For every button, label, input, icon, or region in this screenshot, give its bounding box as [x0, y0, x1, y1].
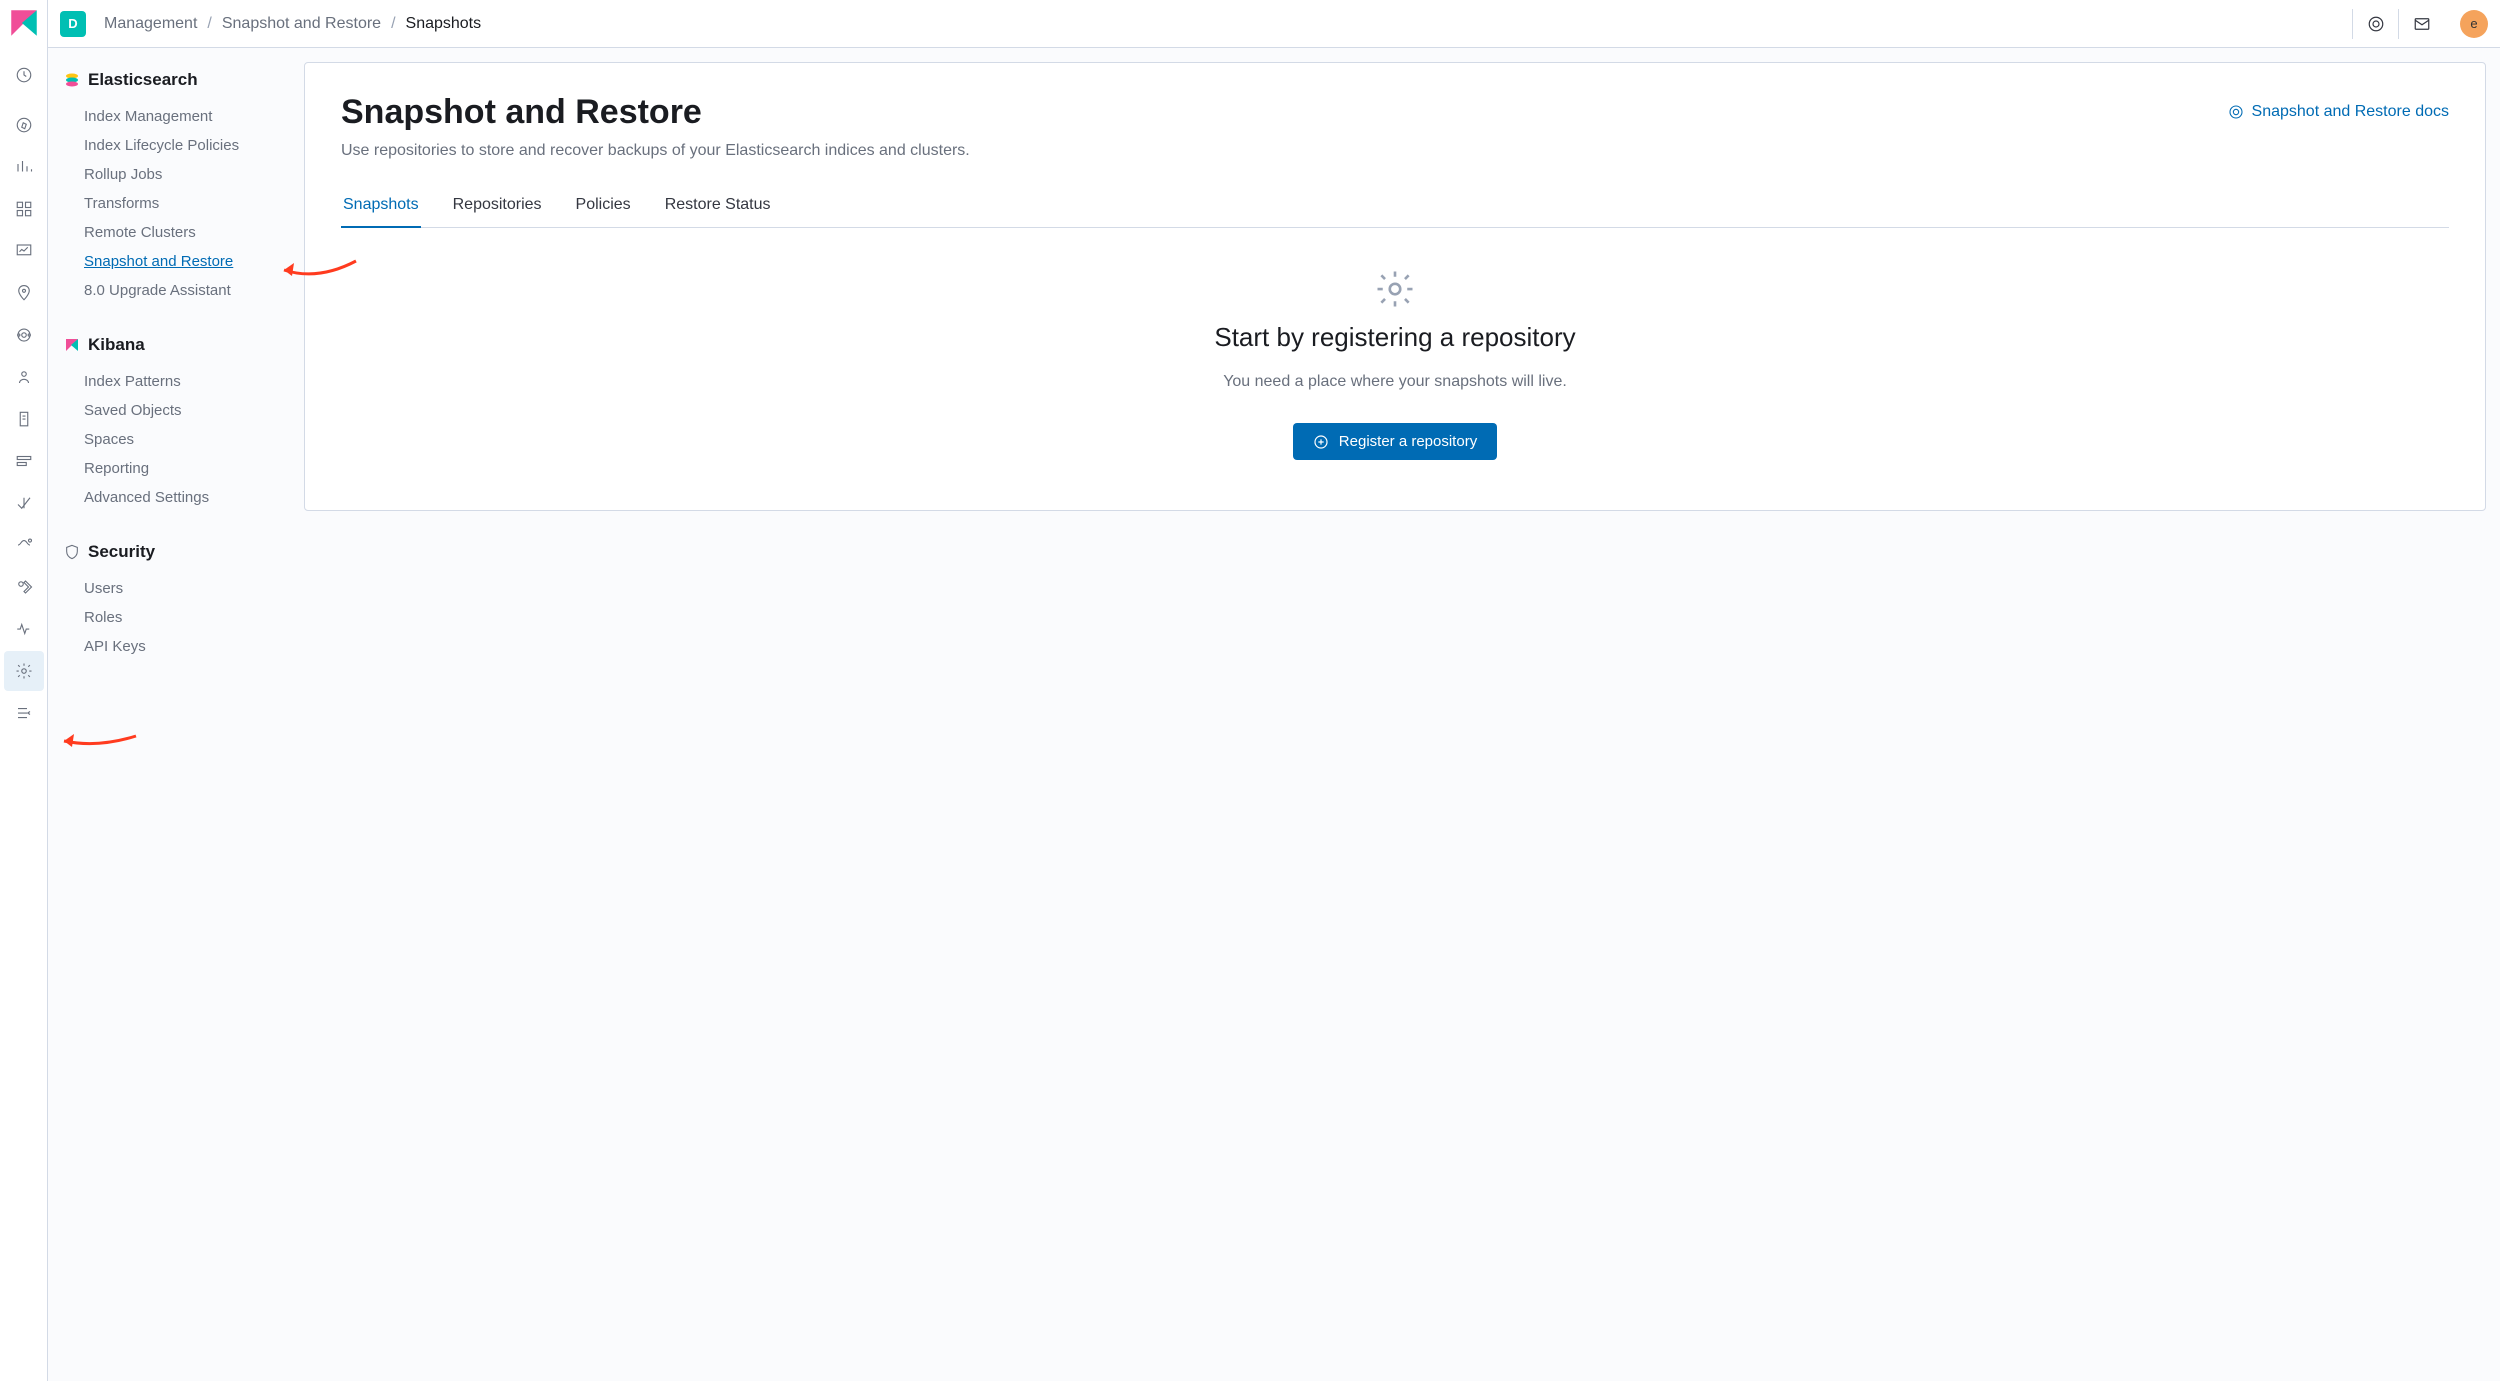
user-avatar[interactable]: e	[2460, 10, 2488, 38]
mail-icon[interactable]	[2398, 9, 2444, 39]
rail-uptime-icon[interactable]	[4, 483, 44, 523]
rail-devtools-icon[interactable]	[4, 567, 44, 607]
main-panel: Snapshot and Restore Use repositories to…	[304, 62, 2486, 511]
rail-recent-icon[interactable]	[4, 55, 44, 95]
elasticsearch-logo-icon	[64, 72, 80, 88]
sidebar-header-kibana: Kibana	[60, 335, 292, 355]
empty-title: Start by registering a repository	[1214, 322, 1575, 353]
rail-collapse-icon[interactable]	[4, 693, 44, 733]
page-subtitle: Use repositories to store and recover ba…	[341, 142, 970, 160]
page-title: Snapshot and Restore	[341, 93, 970, 132]
space-selector[interactable]: D	[60, 11, 86, 37]
topbar: D Management / Snapshot and Restore / Sn…	[48, 0, 2500, 48]
content-area: Snapshot and Restore Use repositories to…	[304, 48, 2500, 1381]
sidebar-header-label: Kibana	[88, 335, 145, 355]
rail-canvas-icon[interactable]	[4, 231, 44, 271]
rail-management-icon[interactable]	[4, 651, 44, 691]
breadcrumb-sep: /	[207, 15, 211, 33]
global-nav-rail	[0, 0, 48, 1381]
button-label: Register a repository	[1339, 433, 1477, 450]
kibana-logo-icon	[64, 337, 80, 353]
sidebar-item-index-patterns[interactable]: Index Patterns	[60, 367, 292, 396]
tab-policies[interactable]: Policies	[574, 186, 633, 228]
sidebar-item-remote-clusters[interactable]: Remote Clusters	[60, 218, 292, 247]
breadcrumb-sep: /	[391, 15, 395, 33]
breadcrumb-management[interactable]: Management	[104, 15, 197, 33]
empty-state: Start by registering a repository You ne…	[341, 228, 2449, 470]
sidebar-item-api-keys[interactable]: API Keys	[60, 632, 292, 661]
tabs: Snapshots Repositories Policies Restore …	[341, 186, 2449, 228]
rail-discover-icon[interactable]	[4, 105, 44, 145]
sidebar-header-security: Security	[60, 542, 292, 562]
sidebar-header-elasticsearch: Elasticsearch	[60, 70, 292, 90]
sidebar-item-roles[interactable]: Roles	[60, 603, 292, 632]
sidebar-item-snapshot-restore[interactable]: Snapshot and Restore	[60, 247, 292, 276]
sidebar-section-security: Security Users Roles API Keys	[60, 542, 292, 661]
rail-apm-icon[interactable]	[4, 441, 44, 481]
rail-siem-icon[interactable]	[4, 525, 44, 565]
sidebar-item-advanced-settings[interactable]: Advanced Settings	[60, 483, 292, 512]
tab-snapshots[interactable]: Snapshots	[341, 186, 421, 228]
docs-link-label: Snapshot and Restore docs	[2252, 103, 2449, 121]
sidebar-section-elasticsearch: Elasticsearch Index Management Index Lif…	[60, 70, 292, 305]
sidebar-item-users[interactable]: Users	[60, 574, 292, 603]
sidebar-header-label: Elasticsearch	[88, 70, 198, 90]
rail-ml-icon[interactable]	[4, 315, 44, 355]
shield-icon	[64, 544, 80, 560]
plus-circle-icon	[1313, 434, 1329, 450]
empty-subtitle: You need a place where your snapshots wi…	[1223, 373, 1567, 391]
tab-repositories[interactable]: Repositories	[451, 186, 544, 228]
sidebar-item-transforms[interactable]: Transforms	[60, 189, 292, 218]
breadcrumb: Management / Snapshot and Restore / Snap…	[104, 15, 481, 33]
newsfeed-icon[interactable]	[2352, 9, 2398, 39]
rail-maps-icon[interactable]	[4, 273, 44, 313]
breadcrumb-snapshot-restore[interactable]: Snapshot and Restore	[222, 15, 381, 33]
register-repository-button[interactable]: Register a repository	[1293, 423, 1497, 460]
sidebar-item-ilm[interactable]: Index Lifecycle Policies	[60, 131, 292, 160]
sidebar-item-rollup[interactable]: Rollup Jobs	[60, 160, 292, 189]
sidebar-section-kibana: Kibana Index Patterns Saved Objects Spac…	[60, 335, 292, 512]
docs-link[interactable]: Snapshot and Restore docs	[2228, 103, 2449, 121]
sidebar-item-index-management[interactable]: Index Management	[60, 102, 292, 131]
help-icon	[2228, 104, 2244, 120]
sidebar-item-saved-objects[interactable]: Saved Objects	[60, 396, 292, 425]
sidebar-item-reporting[interactable]: Reporting	[60, 454, 292, 483]
management-sidebar: Elasticsearch Index Management Index Lif…	[48, 48, 304, 1381]
kibana-logo[interactable]	[7, 6, 41, 40]
rail-monitoring-icon[interactable]	[4, 609, 44, 649]
breadcrumb-current: Snapshots	[406, 15, 482, 33]
rail-infrastructure-icon[interactable]	[4, 357, 44, 397]
sidebar-item-upgrade-assistant[interactable]: 8.0 Upgrade Assistant	[60, 276, 292, 305]
rail-visualize-icon[interactable]	[4, 147, 44, 187]
sidebar-item-spaces[interactable]: Spaces	[60, 425, 292, 454]
rail-logs-icon[interactable]	[4, 399, 44, 439]
tab-restore-status[interactable]: Restore Status	[663, 186, 773, 228]
sidebar-header-label: Security	[88, 542, 155, 562]
gear-icon	[1374, 268, 1416, 310]
rail-dashboard-icon[interactable]	[4, 189, 44, 229]
